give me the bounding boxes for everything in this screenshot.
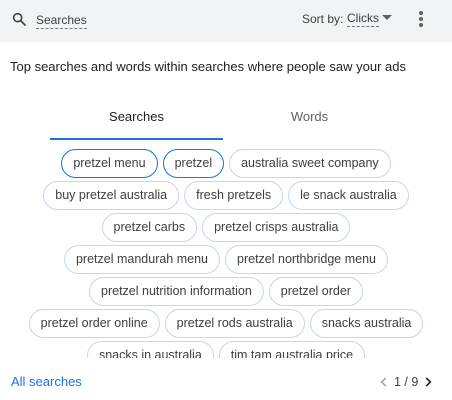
chevron-left-icon[interactable] (377, 375, 391, 389)
tab-words[interactable]: Words (223, 106, 396, 140)
chip-row: pretzel menu pretzel australia sweet compa… (0, 149, 452, 181)
search-term-chip[interactable]: pretzel rods australia (164, 309, 305, 338)
search-term-chip[interactable]: buy pretzel australia (43, 181, 180, 210)
chip-row: snacks in australia tim tam australia pri… (0, 341, 452, 358)
search-term-chip[interactable]: pretzel menu (61, 149, 158, 178)
sort-by-dropdown[interactable]: Clicks (347, 11, 379, 27)
chip-row: pretzel order online pretzel rods austral… (0, 309, 452, 341)
search-term-chip[interactable]: pretzel nutrition information (89, 277, 264, 306)
chip-row: pretzel nutrition information pretzel ord… (0, 277, 452, 309)
card-heading: Top searches and words within searches w… (10, 59, 406, 74)
search-term-chip[interactable]: snacks in australia (86, 341, 214, 358)
search-type-dropdown[interactable]: Searches (36, 13, 87, 29)
search-term-chip[interactable]: pretzel mandurah menu (63, 245, 221, 274)
dropdown-arrow-icon[interactable] (382, 15, 392, 20)
search-term-chip[interactable]: le snack australia (288, 181, 409, 210)
search-term-chip[interactable]: pretzel northbridge menu (225, 245, 388, 274)
search-term-chip[interactable]: tim tam australia price (218, 341, 366, 358)
toolbar: Searches Sort by: Clicks (0, 0, 452, 42)
active-tab-indicator (50, 138, 223, 140)
chip-row: buy pretzel australia fresh pretzels le sn… (0, 181, 452, 213)
tab-searches[interactable]: Searches (50, 106, 223, 140)
search-term-chip[interactable]: pretzel carbs (101, 213, 198, 242)
page-indicator: 1 / 9 (394, 375, 419, 389)
search-term-chip[interactable]: pretzel (162, 149, 225, 178)
chevron-right-icon[interactable] (421, 375, 435, 389)
search-term-chip[interactable]: pretzel crisps australia (202, 213, 351, 242)
more-options-icon[interactable] (416, 11, 426, 29)
all-searches-link[interactable]: All searches (11, 374, 82, 389)
chip-row: pretzel mandurah menu pretzel northbridge… (0, 245, 452, 277)
chip-row: pretzel carbs pretzel crisps australia (0, 213, 452, 245)
search-term-chip[interactable]: snacks australia (309, 309, 424, 338)
search-term-chip[interactable]: pretzel order (268, 277, 363, 306)
search-term-chip[interactable]: pretzel order online (28, 309, 160, 338)
search-icon (12, 12, 26, 26)
tab-bar: Searches Words (50, 106, 396, 140)
pagination: 1 / 9 (377, 374, 435, 390)
search-term-chip[interactable]: australia sweet company (229, 149, 391, 178)
sort-by-label: Sort by: (302, 12, 344, 26)
search-terms-chip-list: pretzel menu pretzel australia sweet compa… (0, 145, 452, 358)
search-term-chip[interactable]: fresh pretzels (184, 181, 284, 210)
